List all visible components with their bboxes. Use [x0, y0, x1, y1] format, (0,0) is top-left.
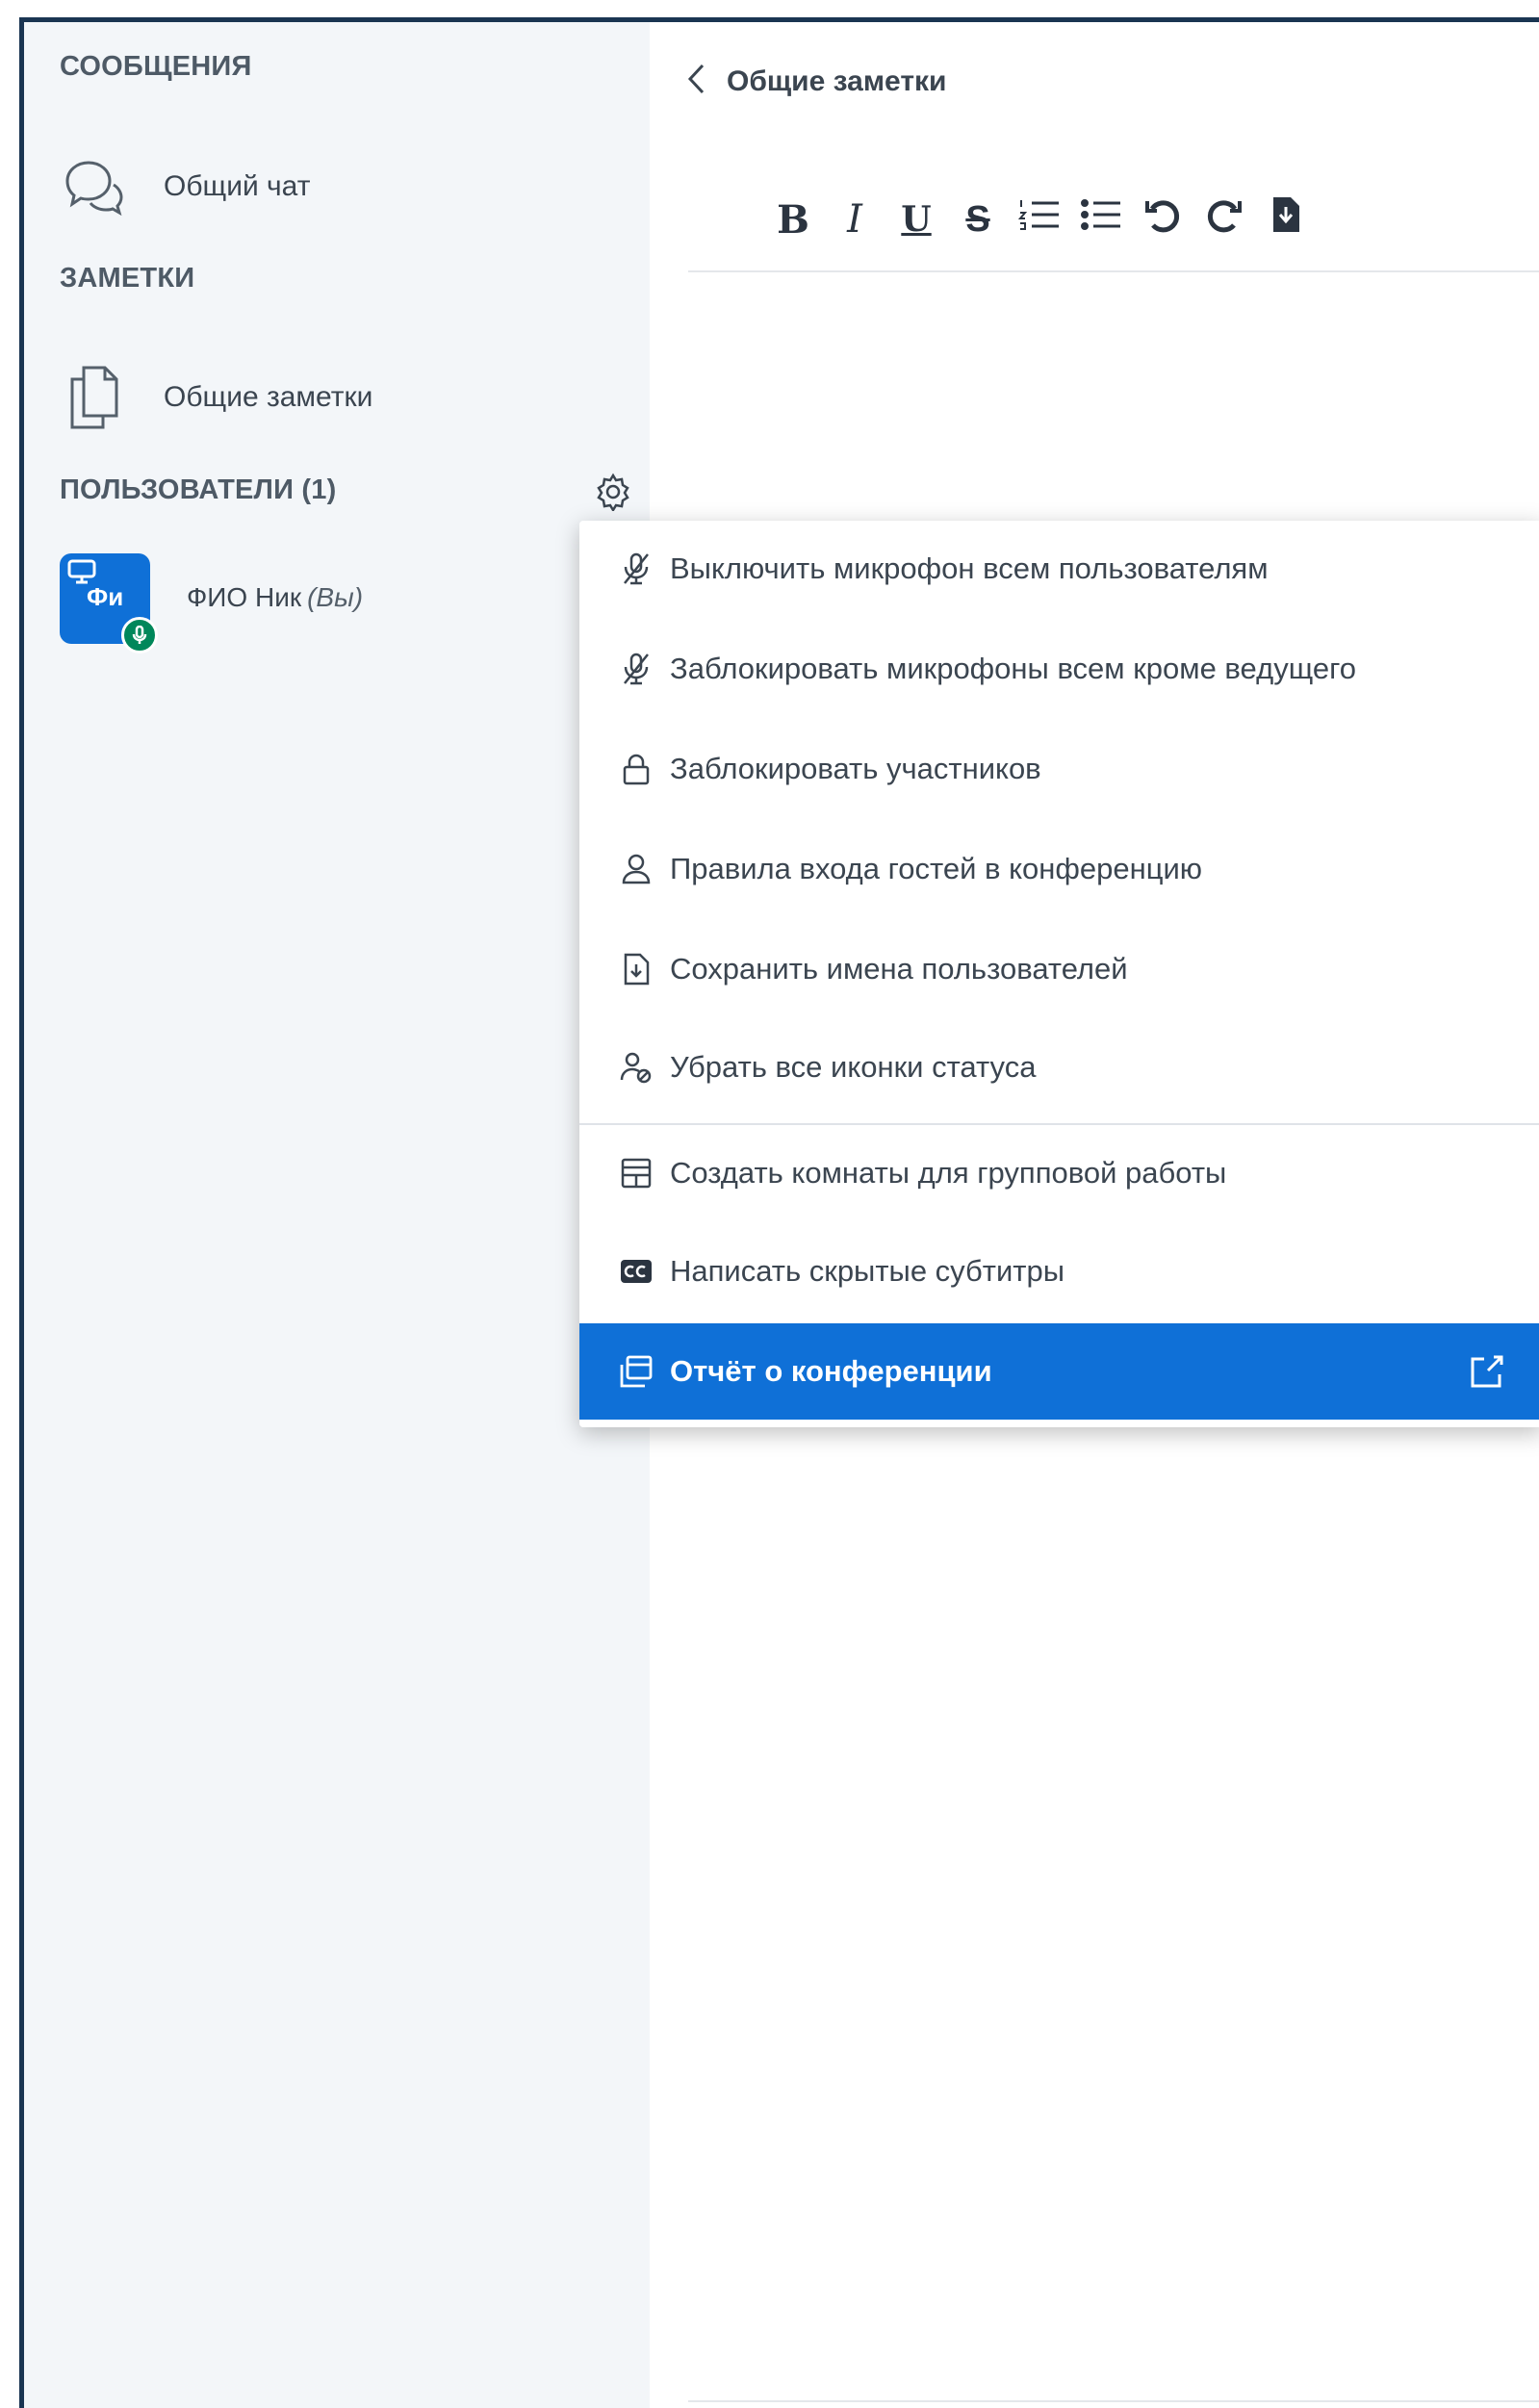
- ordered-list-icon: [1017, 197, 1061, 242]
- user-name-text: ФИО Ник: [187, 582, 302, 612]
- bold-button[interactable]: B: [770, 193, 816, 245]
- editor-toolbar: B I U S: [770, 193, 1324, 245]
- menu-item-conference-report[interactable]: Отчёт о конференции: [579, 1323, 1539, 1420]
- app-frame: СООБЩЕНИЯ Общий чат ЗАМЕТКИ Общие заметк…: [19, 17, 1539, 2408]
- undo-button[interactable]: [1140, 193, 1186, 245]
- undo-icon: [1143, 195, 1182, 243]
- lock-icon: [618, 751, 654, 787]
- editor-bottom-border: [688, 2400, 1539, 2402]
- download-file-icon: [618, 951, 654, 987]
- rooms-icon: [618, 1155, 654, 1191]
- toolbar-divider: [688, 270, 1539, 272]
- users-options-menu: Выключить микрофон всем пользователям За…: [579, 521, 1539, 1427]
- microphone-icon: [121, 617, 158, 653]
- messages-section-title: СООБЩЕНИЯ: [60, 51, 252, 82]
- report-icon: [618, 1353, 654, 1390]
- menu-item-label: Сохранить имена пользователей: [670, 952, 1128, 986]
- sidebar-item-public-chat[interactable]: Общий чат: [60, 143, 599, 230]
- you-label: (Вы): [307, 582, 364, 612]
- avatar: Фи: [60, 553, 158, 653]
- external-link-icon: [1469, 1353, 1505, 1390]
- strikethrough-button[interactable]: S: [955, 193, 1001, 245]
- mic-off-icon: [618, 551, 654, 587]
- menu-item-clear-status[interactable]: Убрать все иконки статуса: [579, 1019, 1539, 1115]
- menu-item-save-user-names[interactable]: Сохранить имена пользователей: [579, 921, 1539, 1017]
- redo-button[interactable]: [1201, 193, 1247, 245]
- user-list-item[interactable]: Фи ФИО Ник (Вы): [60, 553, 599, 659]
- menu-item-guest-policy[interactable]: Правила входа гостей в конференцию: [579, 821, 1539, 917]
- italic-button[interactable]: I: [832, 193, 878, 245]
- ordered-list-button[interactable]: [1016, 193, 1063, 245]
- notes-back-button[interactable]: Общие заметки: [686, 63, 946, 100]
- avatar-initials: Фи: [87, 582, 124, 611]
- menu-item-label: Создать комнаты для групповой работы: [670, 1156, 1227, 1190]
- notes-panel-title: Общие заметки: [727, 64, 947, 97]
- sidebar: СООБЩЕНИЯ Общий чат ЗАМЕТКИ Общие заметк…: [24, 22, 650, 2408]
- menu-item-label: Написать скрытые субтитры: [670, 1254, 1065, 1288]
- sidebar-item-label: Общий чат: [164, 170, 311, 202]
- gear-icon[interactable]: [594, 473, 632, 513]
- menu-item-create-breakout-rooms[interactable]: Создать комнаты для групповой работы: [579, 1125, 1539, 1221]
- menu-item-label: Правила входа гостей в конференцию: [670, 852, 1203, 885]
- user-icon: [618, 851, 654, 887]
- user-name: ФИО Ник (Вы): [187, 582, 363, 613]
- sidebar-item-shared-notes[interactable]: Общие заметки: [60, 354, 599, 441]
- bullet-list-button[interactable]: [1078, 193, 1124, 245]
- chevron-left-icon: [686, 63, 705, 100]
- mic-off-icon: [618, 651, 654, 687]
- notes-section-title: ЗАМЕТКИ: [60, 263, 195, 294]
- file-import-icon: [1270, 195, 1301, 243]
- redo-icon: [1205, 195, 1244, 243]
- presenter-icon: [67, 559, 96, 584]
- sidebar-item-label: Общие заметки: [164, 381, 373, 413]
- closed-captions-icon: [618, 1253, 654, 1290]
- menu-item-mute-all-except-presenter[interactable]: Заблокировать микрофоны всем кроме ведущ…: [579, 621, 1539, 717]
- menu-item-label: Убрать все иконки статуса: [670, 1050, 1037, 1084]
- underline-button[interactable]: U: [893, 193, 939, 245]
- bullet-list-icon: [1080, 197, 1122, 242]
- chat-icon: [60, 153, 127, 220]
- menu-item-label: Заблокировать участников: [670, 752, 1041, 785]
- users-section-title: ПОЛЬЗОВАТЕЛИ (1): [60, 474, 337, 505]
- notes-icon: [60, 364, 127, 431]
- menu-item-label: Заблокировать микрофоны всем кроме ведущ…: [670, 652, 1356, 685]
- menu-item-mute-all[interactable]: Выключить микрофон всем пользователям: [579, 521, 1539, 617]
- import-file-button[interactable]: [1263, 193, 1309, 245]
- menu-item-label: Отчёт о конференции: [670, 1354, 992, 1388]
- menu-item-label: Выключить микрофон всем пользователям: [670, 551, 1269, 585]
- menu-item-closed-captions[interactable]: Написать скрытые субтитры: [579, 1223, 1539, 1319]
- clear-status-icon: [618, 1049, 654, 1086]
- menu-item-lock-viewers[interactable]: Заблокировать участников: [579, 721, 1539, 817]
